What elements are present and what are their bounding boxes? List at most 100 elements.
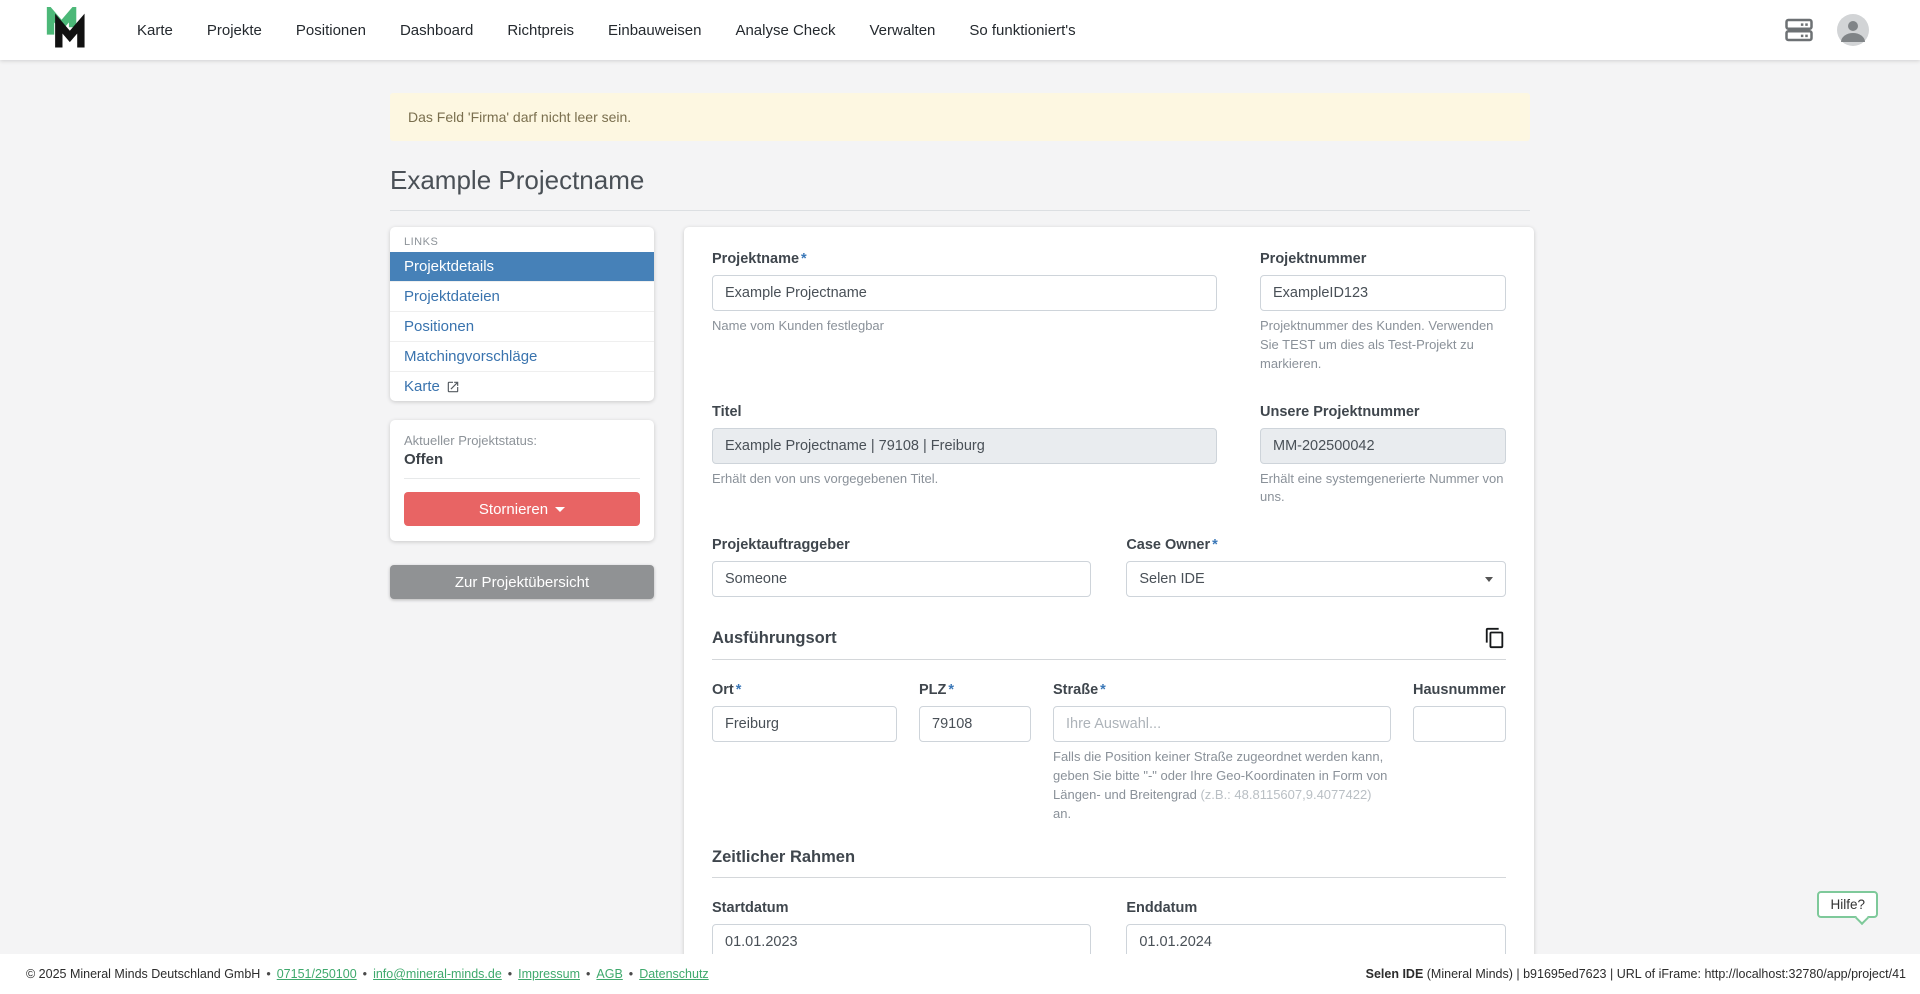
footer-separator: • (629, 967, 633, 981)
case-owner-label-text: Case Owner (1126, 537, 1210, 553)
projektname-input[interactable] (712, 275, 1217, 311)
field-case-owner: Case Owner* Selen IDE (1126, 537, 1505, 597)
enddatum-input[interactable] (1126, 924, 1505, 954)
strasse-input[interactable] (1053, 706, 1391, 742)
footer-link-phone[interactable]: 07151/250100 (277, 967, 357, 981)
enddatum-label: Enddatum (1126, 900, 1505, 916)
field-ort: Ort* (712, 682, 897, 742)
field-unsere-projektnummer: Unsere Projektnummer Erhält eine systemg… (1260, 404, 1506, 508)
zur-projektuebersicht-button[interactable]: Zur Projektübersicht (390, 565, 654, 599)
ort-label-text: Ort (712, 682, 734, 698)
status-label: Aktueller Projektstatus: (404, 433, 640, 448)
plz-label: PLZ* (919, 682, 1031, 698)
nav-item-verwalten[interactable]: Verwalten (870, 22, 936, 39)
nav-item-positionen[interactable]: Positionen (296, 22, 366, 39)
stornieren-button-label: Stornieren (479, 501, 548, 518)
nav-item-projekte[interactable]: Projekte (207, 22, 262, 39)
footer-copyright: © 2025 Mineral Minds Deutschland GmbH (26, 967, 260, 981)
footer-separator: • (508, 967, 512, 981)
field-hausnummer: Hausnummer (1413, 682, 1506, 742)
sidebar-item-label: Projektdateien (404, 288, 500, 305)
user-avatar-icon (1836, 13, 1870, 47)
status-value: Offen (404, 451, 640, 479)
unsere-projektnummer-label: Unsere Projektnummer (1260, 404, 1506, 420)
copy-icon (1484, 627, 1506, 649)
footer: © 2025 Mineral Minds Deutschland GmbH • … (0, 954, 1920, 994)
sidebar-item-projektdetails[interactable]: Projektdetails (390, 252, 654, 281)
page-title: Example Projectname (390, 165, 1530, 211)
plz-label-text: PLZ (919, 682, 946, 698)
validation-alert-text: Das Feld 'Firma' darf nicht leer sein. (408, 109, 631, 125)
footer-session-info: Selen IDE (Mineral Minds) | b91695ed7623… (1366, 967, 1906, 981)
footer-link-impressum[interactable]: Impressum (518, 967, 580, 981)
copy-address-button[interactable] (1484, 627, 1506, 649)
sidebar: LINKS Projektdetails Projektdateien Posi… (390, 227, 654, 599)
hausnummer-input[interactable] (1413, 706, 1506, 742)
sidebar-item-karte[interactable]: Karte (390, 371, 654, 401)
field-projektname: Projektname* Name vom Kunden festlegbar (712, 251, 1217, 374)
case-owner-selected-value: Selen IDE (1139, 571, 1204, 587)
footer-left: © 2025 Mineral Minds Deutschland GmbH • … (26, 967, 709, 981)
projektauftraggeber-input[interactable] (712, 561, 1091, 597)
caret-down-icon (555, 507, 565, 512)
user-avatar-button[interactable] (1836, 13, 1870, 47)
startdatum-input[interactable] (712, 924, 1091, 954)
nav-item-richtpreis[interactable]: Richtpreis (507, 22, 574, 39)
startdatum-label: Startdatum (712, 900, 1091, 916)
required-asterisk: * (1100, 682, 1106, 698)
titel-helper: Erhält den von uns vorgegebenen Titel. (712, 470, 1217, 489)
sidebar-item-positionen[interactable]: Positionen (390, 311, 654, 341)
nav-item-karte[interactable]: Karte (137, 22, 173, 39)
sidebar-item-matchingvorschlaege[interactable]: Matchingvorschläge (390, 341, 654, 371)
nav-item-einbauweisen[interactable]: Einbauweisen (608, 22, 701, 39)
zur-projektuebersicht-label: Zur Projektübersicht (455, 574, 589, 591)
project-status-card: Aktueller Projektstatus: Offen Storniere… (390, 420, 654, 541)
sidebar-item-label: Matchingvorschläge (404, 348, 537, 365)
sidebar-item-label: Positionen (404, 318, 474, 335)
stornieren-button[interactable]: Stornieren (404, 492, 640, 526)
ort-input[interactable] (712, 706, 897, 742)
case-owner-label: Case Owner* (1126, 537, 1505, 553)
plz-input[interactable] (919, 706, 1031, 742)
projektnummer-input[interactable] (1260, 275, 1506, 311)
required-asterisk: * (948, 682, 954, 698)
footer-user-name: Selen IDE (1366, 967, 1424, 981)
projektnummer-label: Projektnummer (1260, 251, 1506, 267)
section-divider (712, 877, 1506, 878)
sidebar-item-label: Projektdetails (404, 258, 494, 275)
field-titel: Titel Erhält den von uns vorgegebenen Ti… (712, 404, 1217, 508)
server-icon (1784, 15, 1814, 45)
field-enddatum: Enddatum (1126, 900, 1505, 954)
page-content: Das Feld 'Firma' darf nicht leer sein. E… (0, 60, 1920, 954)
titel-input (712, 428, 1217, 464)
footer-link-email[interactable]: info@mineral-minds.de (373, 967, 502, 981)
projektnummer-helper: Projektnummer des Kunden. Verwenden Sie … (1260, 317, 1506, 374)
server-status-button[interactable] (1784, 15, 1814, 45)
nav-item-so-funktionierts[interactable]: So funktioniert's (969, 22, 1075, 39)
sidebar-item-projektdateien[interactable]: Projektdateien (390, 281, 654, 311)
footer-link-agb[interactable]: AGB (596, 967, 622, 981)
nav-item-dashboard[interactable]: Dashboard (400, 22, 473, 39)
field-projektnummer: Projektnummer Projektnummer des Kunden. … (1260, 251, 1506, 374)
projektname-label: Projektname* (712, 251, 1217, 267)
nav-item-analyse-check[interactable]: Analyse Check (735, 22, 835, 39)
strasse-label-text: Straße (1053, 682, 1098, 698)
footer-separator: • (363, 967, 367, 981)
strasse-helper-example: (z.B.: 48.8115607,9.4077422) (1200, 787, 1371, 802)
strasse-helper-suffix: an. (1053, 806, 1071, 821)
titel-label: Titel (712, 404, 1217, 420)
strasse-label: Straße* (1053, 682, 1391, 698)
unsere-projektnummer-input (1260, 428, 1506, 464)
footer-session-details: (Mineral Minds) | b91695ed7623 | URL of … (1423, 967, 1906, 981)
required-asterisk: * (736, 682, 742, 698)
sidebar-item-label: Karte (404, 378, 440, 395)
field-strasse: Straße* (1053, 682, 1391, 742)
ort-label: Ort* (712, 682, 897, 698)
validation-alert: Das Feld 'Firma' darf nicht leer sein. (390, 93, 1530, 141)
help-button[interactable]: Hilfe? (1817, 891, 1878, 918)
mineral-minds-logo[interactable] (45, 7, 91, 53)
case-owner-select[interactable]: Selen IDE (1126, 561, 1505, 597)
footer-link-datenschutz[interactable]: Datenschutz (639, 967, 708, 981)
help-button-label: Hilfe? (1830, 897, 1865, 912)
sidebar-links-card: LINKS Projektdetails Projektdateien Posi… (390, 227, 654, 401)
